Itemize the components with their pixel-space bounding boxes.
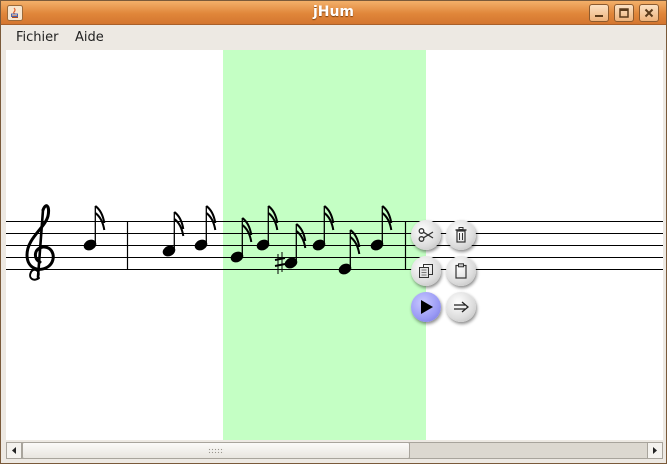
maximize-icon <box>619 8 629 18</box>
scissors-icon <box>418 228 434 242</box>
paste-button[interactable] <box>446 256 476 286</box>
note <box>162 211 185 257</box>
minimize-button[interactable] <box>589 4 609 22</box>
window-title: jHum <box>312 4 355 20</box>
scroll-left-button[interactable] <box>6 442 22 459</box>
delete-button[interactable] <box>446 220 476 250</box>
cut-button[interactable] <box>411 220 441 250</box>
title-bar[interactable]: jHum <box>1 1 666 25</box>
note <box>256 205 279 251</box>
app-window: jHum Fichier Aide <box>0 0 667 464</box>
copy-button[interactable] <box>411 256 441 286</box>
grip-icon <box>208 448 224 454</box>
notes <box>83 205 393 275</box>
horizontal-scrollbar[interactable] <box>6 442 663 459</box>
copy-icon <box>419 264 433 278</box>
note <box>194 205 217 251</box>
arrow-left-icon <box>12 447 16 454</box>
menu-aide[interactable]: Aide <box>75 30 104 45</box>
note <box>370 205 393 251</box>
minimize-icon <box>595 15 603 17</box>
next-button[interactable] <box>446 292 476 322</box>
note <box>338 229 361 275</box>
trash-icon <box>455 227 467 243</box>
score-canvas[interactable] <box>6 50 663 440</box>
note <box>284 223 307 269</box>
arrow-right-small-icon <box>653 447 657 454</box>
play-icon <box>421 300 433 314</box>
scroll-thumb[interactable] <box>22 442 410 459</box>
close-button[interactable] <box>639 4 659 22</box>
treble-clef <box>25 204 55 281</box>
note <box>83 205 106 251</box>
music-staff <box>6 204 663 281</box>
scroll-right-button[interactable] <box>647 442 663 459</box>
arrow-right-icon <box>454 301 469 313</box>
menu-fichier[interactable]: Fichier <box>16 30 59 45</box>
menu-bar: Fichier Aide <box>2 26 665 49</box>
maximize-button[interactable] <box>614 4 634 22</box>
close-icon <box>644 8 654 18</box>
sharp-sign <box>274 252 286 274</box>
clipboard-icon <box>455 263 467 279</box>
note <box>312 205 335 251</box>
play-button[interactable] <box>411 292 441 322</box>
note <box>230 217 253 263</box>
